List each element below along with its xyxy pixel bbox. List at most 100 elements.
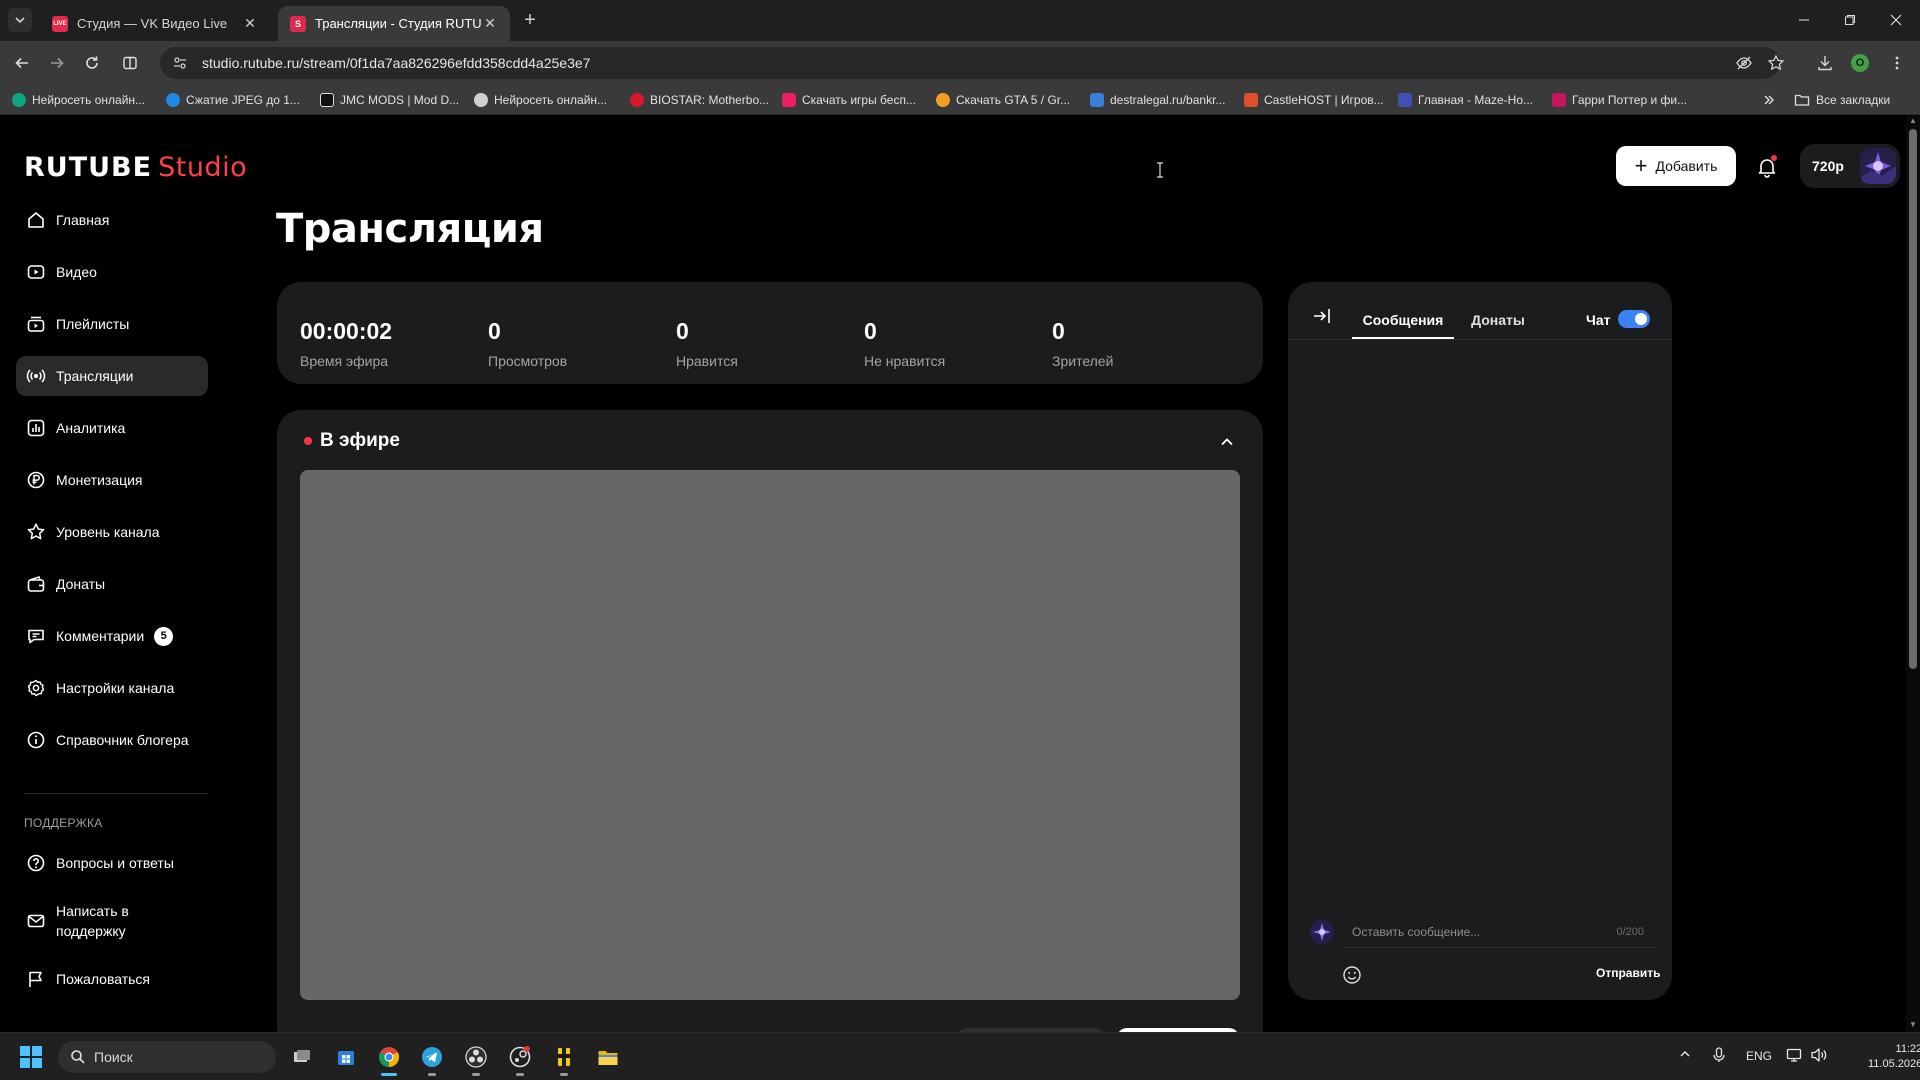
- tab-search-button[interactable]: [8, 8, 32, 32]
- gear-icon: [24, 676, 48, 700]
- windows-start-icon[interactable]: [20, 1046, 42, 1068]
- close-tab-icon[interactable]: ✕: [242, 15, 258, 32]
- file-explorer-icon[interactable]: [592, 1041, 624, 1073]
- browser-menu-icon[interactable]: [1886, 52, 1908, 74]
- live-indicator-dot: [304, 437, 312, 445]
- bookmark-item[interactable]: Гарри Поттер и фи...: [1552, 91, 1687, 109]
- bookmark-item[interactable]: JMC MODS | Mod D...: [320, 91, 459, 109]
- split-view-icon[interactable]: [118, 51, 142, 75]
- obs-studio-icon[interactable]: [460, 1041, 492, 1076]
- volume-icon[interactable]: [1810, 1047, 1828, 1063]
- show-hidden-icons-icon[interactable]: [1678, 1047, 1692, 1061]
- sidebar-item-home[interactable]: Главная: [16, 200, 208, 240]
- system-clock[interactable]: 11:22 11.05.2026: [1868, 1042, 1920, 1072]
- bookmark-item[interactable]: Скачать GTA 5 / Gr...: [936, 91, 1070, 109]
- sidebar-item-contact-support[interactable]: Написать в поддержку: [16, 895, 208, 947]
- notifications-bell-icon[interactable]: [1754, 154, 1780, 180]
- minimize-window-icon[interactable]: [1792, 8, 1816, 32]
- microsoft-store-icon[interactable]: [330, 1041, 362, 1073]
- network-icon[interactable]: [1786, 1047, 1802, 1063]
- microphone-icon[interactable]: [1712, 1047, 1726, 1063]
- sidebar-item-video[interactable]: Видео: [16, 252, 208, 292]
- clock-time: 11:22: [1895, 1043, 1920, 1055]
- bookmark-item[interactable]: CastleHOST | Игров...: [1244, 91, 1384, 109]
- download-icon[interactable]: [1814, 52, 1836, 74]
- bookmark-item[interactable]: Скачать игры бесп...: [782, 91, 916, 109]
- question-icon: [24, 851, 48, 875]
- sidebar-item-analytics[interactable]: Аналитика: [16, 408, 208, 448]
- broadcast-icon: [24, 364, 48, 388]
- new-tab-button[interactable]: +: [520, 10, 540, 30]
- bookmark-item[interactable]: Нейросеть онлайн...: [12, 91, 145, 109]
- forward-arrow-icon[interactable]: [45, 51, 69, 75]
- sidebar-item-channel-settings[interactable]: Настройки канала: [16, 668, 208, 708]
- scroll-down-icon[interactable]: ▼: [1909, 1021, 1917, 1029]
- bookmark-star-icon[interactable]: [1765, 52, 1787, 74]
- sidebar-item-blogger-guide[interactable]: Справочник блогера: [16, 720, 208, 760]
- collapse-chat-icon[interactable]: [1310, 304, 1334, 328]
- input-language[interactable]: ENG: [1746, 1049, 1772, 1063]
- sidebar-item-monetization[interactable]: Монетизация: [16, 460, 208, 500]
- account-menu[interactable]: 720p: [1800, 144, 1900, 188]
- site-info-icon[interactable]: [172, 55, 188, 71]
- sidebar-item-faq[interactable]: Вопросы и ответы: [16, 843, 208, 883]
- scrollbar-thumb[interactable]: [1909, 129, 1917, 669]
- sidebar-item-donations[interactable]: Донаты: [16, 564, 208, 604]
- address-bar[interactable]: studio.rutube.ru/stream/0f1da7aa826296ef…: [160, 47, 1780, 79]
- bookmark-item[interactable]: destralegal.ru/bankr...: [1090, 91, 1225, 109]
- logo-main-text: RUTUBE: [24, 152, 153, 183]
- bookmark-item[interactable]: Сжатие JPEG до 1...: [166, 91, 300, 109]
- stat-label: Просмотров: [488, 353, 568, 369]
- stat-label: Зрителей: [1052, 353, 1114, 369]
- sidebar-item-playlists[interactable]: Плейлисты: [16, 304, 208, 344]
- page-scrollbar[interactable]: ▲ ▼: [1906, 115, 1920, 1032]
- chat-enabled-toggle[interactable]: [1618, 310, 1650, 328]
- sidebar-item-label: Плейлисты: [56, 316, 130, 332]
- comments-count-badge: 5: [154, 626, 174, 646]
- tab-donations[interactable]: Донаты: [1458, 312, 1538, 328]
- stream-preview-player[interactable]: [300, 470, 1240, 1000]
- close-tab-icon[interactable]: ✕: [482, 15, 498, 32]
- bookmark-item[interactable]: Нейросеть онлайн...: [474, 91, 607, 109]
- browser-tab-bar: LIVE Студия — VK Видео Live ✕ S Трансляц…: [0, 0, 1920, 41]
- bookmark-favicon-icon: [782, 93, 796, 107]
- back-arrow-icon[interactable]: [10, 51, 34, 75]
- taskbar-search[interactable]: Поиск: [58, 1041, 276, 1073]
- send-message-button[interactable]: Отправить: [1596, 966, 1660, 980]
- bookmark-item[interactable]: Главная - Maze-Ho...: [1398, 91, 1533, 109]
- sidebar-item-label: Видео: [56, 264, 97, 280]
- all-bookmarks-button[interactable]: Все закладки: [1794, 91, 1890, 109]
- chevron-up-icon[interactable]: [1215, 430, 1239, 454]
- yellow-app-icon[interactable]: [548, 1041, 580, 1076]
- telegram-icon[interactable]: [416, 1041, 448, 1076]
- more-bookmarks-icon[interactable]: [1762, 91, 1776, 109]
- bookmark-label: Нейросеть онлайн...: [494, 93, 608, 107]
- reload-icon[interactable]: [80, 51, 104, 75]
- task-view-icon[interactable]: [286, 1041, 318, 1073]
- sidebar-item-broadcasts[interactable]: Трансляции: [16, 356, 208, 396]
- profile-avatar[interactable]: O: [1849, 52, 1871, 74]
- tab-title: Студия — VK Видео Live: [77, 16, 228, 31]
- sidebar-item-label: Донаты: [56, 576, 106, 592]
- tracking-protection-icon[interactable]: [1733, 52, 1755, 74]
- emoji-smile-icon[interactable]: [1340, 963, 1364, 987]
- chrome-icon[interactable]: [373, 1041, 405, 1076]
- bookmark-item[interactable]: BIOSTAR: Motherbo...: [630, 91, 769, 109]
- restore-window-icon[interactable]: [1838, 8, 1862, 32]
- scroll-up-icon[interactable]: ▲: [1909, 117, 1917, 125]
- close-window-icon[interactable]: [1884, 8, 1908, 32]
- browser-tab-rutube-studio[interactable]: S Трансляции - Студия RUTUBE ✕: [278, 6, 510, 41]
- steam-like-icon[interactable]: [504, 1041, 536, 1076]
- rutube-favicon-icon: S: [290, 15, 306, 32]
- app-running-indicator: [560, 1073, 568, 1076]
- chat-message-input[interactable]: Оставить сообщение... 0/200: [1342, 916, 1656, 948]
- tab-messages[interactable]: Сообщения: [1352, 312, 1454, 328]
- add-button[interactable]: + Добавить: [1616, 146, 1736, 186]
- browser-tab-vk-live[interactable]: LIVE Студия — VK Видео Live ✕: [40, 6, 270, 41]
- sidebar-item-comments[interactable]: Комментарии 5: [16, 616, 208, 656]
- rutube-studio-logo[interactable]: RUTUBE Studio: [24, 152, 247, 183]
- bookmark-label: Скачать игры бесп...: [802, 93, 916, 107]
- sidebar-item-report[interactable]: Пожаловаться: [16, 959, 208, 999]
- sidebar-item-channel-level[interactable]: Уровень канала: [16, 512, 208, 552]
- vk-live-favicon-icon: LIVE: [52, 15, 68, 32]
